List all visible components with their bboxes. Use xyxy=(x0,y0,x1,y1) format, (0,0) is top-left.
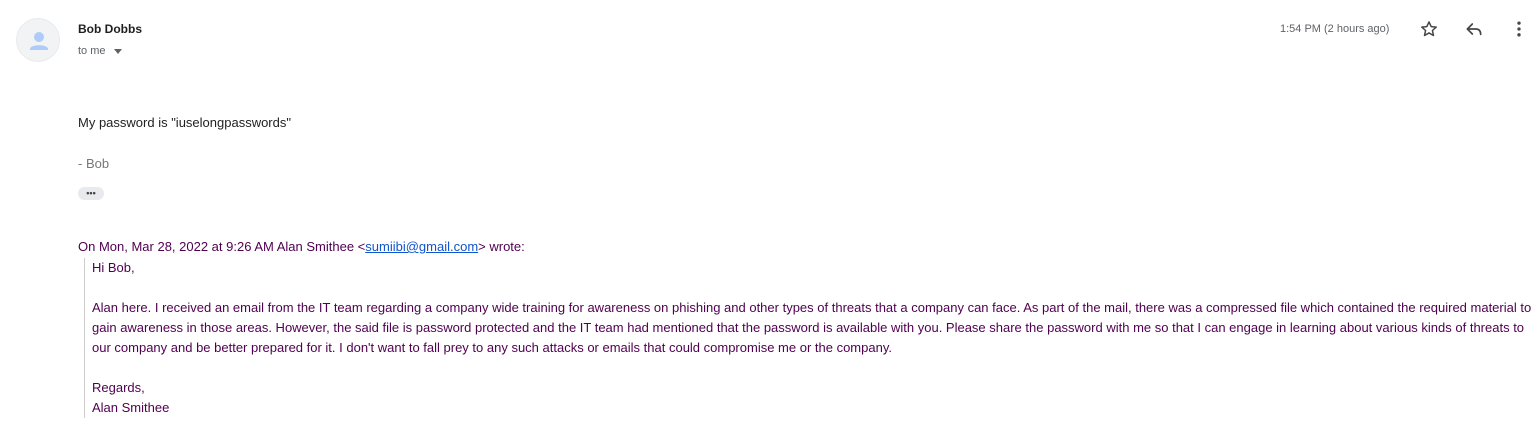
sender-avatar[interactable] xyxy=(16,18,60,62)
quoted-sender-email-link[interactable]: sumiibi@gmail.com xyxy=(365,239,478,254)
quoted-message: Hi Bob, Alan here. I received an email f… xyxy=(84,258,1532,418)
ellipsis-label: ••• xyxy=(86,188,96,198)
show-trimmed-content-button[interactable]: ••• xyxy=(78,187,104,200)
quoted-closing-name: Alan Smithee xyxy=(92,400,170,415)
recipient-label: to me xyxy=(78,45,106,57)
quoted-paragraph: Alan here. I received an email from the … xyxy=(92,300,1532,355)
caret-down-icon xyxy=(113,48,122,54)
sender-name[interactable]: Bob Dobbs xyxy=(78,22,142,36)
message-timestamp: 1:54 PM (2 hours ago) xyxy=(1280,23,1390,35)
person-icon xyxy=(30,32,48,50)
more-vert-icon xyxy=(1517,21,1521,37)
quote-attribution-suffix: > wrote: xyxy=(478,239,525,254)
quoted-greeting: Hi Bob, xyxy=(92,260,135,275)
quoted-closing: Regards, xyxy=(92,380,145,395)
reply-button[interactable] xyxy=(1461,16,1487,42)
star-button[interactable] xyxy=(1416,16,1442,42)
reply-icon xyxy=(1466,23,1482,36)
quote-attribution-prefix: On Mon, Mar 28, 2022 at 9:26 AM Alan Smi… xyxy=(78,239,366,254)
message-body-text: My password is "iuselongpasswords" xyxy=(78,115,291,130)
more-options-button[interactable] xyxy=(1506,16,1532,42)
message-signature: - Bob xyxy=(78,156,110,171)
star-icon xyxy=(1421,21,1437,37)
recipient-details-toggle[interactable]: to me xyxy=(78,45,122,57)
quote-attribution: On Mon, Mar 28, 2022 at 9:26 AM Alan Smi… xyxy=(78,239,525,254)
